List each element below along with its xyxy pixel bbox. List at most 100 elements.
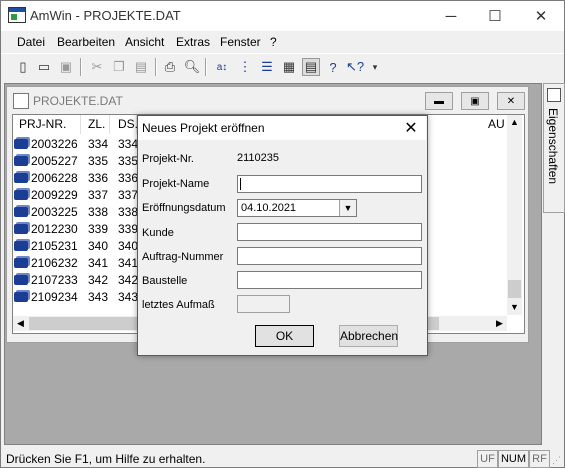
cell-zl: 342 xyxy=(88,273,109,287)
cell-ds: 340 xyxy=(118,239,139,253)
properties-label: Eigenschaften xyxy=(546,108,560,185)
vertical-scrollbar[interactable]: ▲ ▼ xyxy=(507,115,522,315)
cell-ds: 338 xyxy=(118,205,139,219)
cell-prj-nr: 2009229 xyxy=(31,188,78,202)
eroeffnungsdatum-picker[interactable]: 04.10.2021 ▼ xyxy=(237,199,357,217)
value-projekt-nr: 2110235 xyxy=(237,152,280,164)
project-icon xyxy=(14,275,28,285)
cell-ds: 335 xyxy=(118,154,139,168)
auftrag-nummer-field[interactable] xyxy=(237,247,422,265)
menu-ansicht[interactable]: Ansicht xyxy=(125,35,164,49)
properties-panel[interactable]: Eigenschaften xyxy=(543,83,565,213)
paste-icon[interactable]: ▤ xyxy=(132,58,150,76)
projekt-name-field[interactable] xyxy=(237,175,422,193)
table-row[interactable]: 2006228 336 336 xyxy=(14,170,138,186)
menu-extras[interactable]: Extras xyxy=(176,35,210,49)
table-row[interactable]: 2106232 341 341 xyxy=(14,255,138,271)
document-icon xyxy=(13,93,29,109)
label-projekt-nr: Projekt-Nr. xyxy=(142,153,194,165)
ok-button[interactable]: OK xyxy=(255,325,314,347)
column-header-zl[interactable]: ZL. xyxy=(82,115,110,134)
cell-prj-nr: 2006228 xyxy=(31,171,78,185)
table-row[interactable]: 2009229 337 337 xyxy=(14,187,138,203)
cell-ds: 342 xyxy=(118,273,139,287)
menu-help[interactable]: ? xyxy=(270,35,277,49)
table-row[interactable]: 2003226 334 334 xyxy=(14,136,138,152)
maximize-button[interactable]: ☐ xyxy=(472,1,518,31)
child-close-button[interactable]: ✕ xyxy=(497,92,525,110)
child-minimize-button[interactable]: ▬ xyxy=(425,92,453,110)
tree-icon[interactable]: ⋮ xyxy=(236,58,254,76)
print-icon[interactable]: ⎙ xyxy=(161,58,179,76)
cell-prj-nr: 2012230 xyxy=(31,222,78,236)
text-cursor xyxy=(240,178,241,190)
table-row[interactable]: 2105231 340 340 xyxy=(14,238,138,254)
scroll-right-icon[interactable]: ▶ xyxy=(492,316,507,331)
project-icon xyxy=(14,224,28,234)
table-row[interactable]: 2005227 335 335 xyxy=(14,153,138,169)
cell-prj-nr: 2105231 xyxy=(31,239,78,253)
help-icon[interactable]: ? xyxy=(324,58,342,76)
app-icon xyxy=(8,7,26,23)
label-baustelle: Baustelle xyxy=(142,275,188,287)
new-file-icon[interactable]: ▯ xyxy=(14,58,32,76)
detail-view-icon[interactable]: ▤ xyxy=(302,58,320,76)
scroll-down-icon[interactable]: ▼ xyxy=(507,300,522,315)
outline-icon[interactable]: ☰ xyxy=(258,58,276,76)
cell-prj-nr: 2003225 xyxy=(31,205,78,219)
resize-grip-icon[interactable]: ⋰ xyxy=(552,455,561,466)
sort-icon[interactable]: a↕ xyxy=(213,58,231,76)
scroll-thumb[interactable] xyxy=(508,280,521,298)
cut-icon[interactable]: ✂ xyxy=(88,58,106,76)
scroll-left-icon[interactable]: ◀ xyxy=(13,316,28,331)
column-header-au[interactable]: AU xyxy=(482,115,509,134)
column-header-ds[interactable]: DS. xyxy=(112,115,138,134)
column-header-prj-nr[interactable]: PRJ-NR. xyxy=(13,115,81,134)
minimize-button[interactable]: ─ xyxy=(428,1,474,31)
cancel-button[interactable]: Abbrechen xyxy=(339,325,398,347)
child-maximize-button[interactable]: ▣ xyxy=(461,92,489,110)
project-icon xyxy=(14,173,28,183)
cell-zl: 343 xyxy=(88,290,109,304)
table-row[interactable]: 2003225 338 338 xyxy=(14,204,138,220)
menu-bearbeiten[interactable]: Bearbeiten xyxy=(57,35,115,49)
label-projekt-name: Projekt-Name xyxy=(142,178,210,190)
save-icon[interactable]: ▣ xyxy=(57,58,75,76)
close-button[interactable]: ✕ xyxy=(518,1,564,31)
print-preview-icon[interactable]: 🔍︎ xyxy=(183,58,201,76)
copy-icon[interactable]: ❐ xyxy=(110,58,128,76)
project-icon xyxy=(14,258,28,268)
dialog-title: Neues Projekt eröffnen xyxy=(142,121,265,135)
cell-ds: 334 xyxy=(118,137,139,151)
project-icon xyxy=(14,190,28,200)
baustelle-field[interactable] xyxy=(237,271,422,289)
status-text: Drücken Sie F1, um Hilfe zu erhalten. xyxy=(6,452,206,466)
cell-ds: 339 xyxy=(118,222,139,236)
project-icon xyxy=(14,139,28,149)
eroeffnungsdatum-value: 04.10.2021 xyxy=(241,202,297,214)
scroll-up-icon[interactable]: ▲ xyxy=(507,115,522,130)
list-view-icon[interactable]: ▦ xyxy=(280,58,298,76)
menu-fenster[interactable]: Fenster xyxy=(220,35,261,49)
table-row[interactable]: 2109234 343 343 xyxy=(14,289,138,305)
label-kunde: Kunde xyxy=(142,227,174,239)
menu-datei[interactable]: Datei xyxy=(17,35,45,49)
chevron-down-icon[interactable]: ▼ xyxy=(339,200,356,216)
cell-ds: 337 xyxy=(118,188,139,202)
table-row[interactable]: 2012230 339 339 xyxy=(14,221,138,237)
indicator-num: NUM xyxy=(498,450,529,468)
cell-zl: 340 xyxy=(88,239,109,253)
label-eroeffnungsdatum: Eröffnungsdatum xyxy=(142,202,226,214)
letztes-aufmass-field xyxy=(237,295,290,313)
child-window-title: PROJEKTE.DAT xyxy=(33,94,123,108)
cell-prj-nr: 2005227 xyxy=(31,154,78,168)
cell-prj-nr: 2003226 xyxy=(31,137,78,151)
dropdown-icon[interactable]: ▾ xyxy=(366,58,384,76)
toolbar-separator xyxy=(80,58,82,76)
dialog-close-button[interactable]: ✕ xyxy=(398,116,424,140)
context-help-icon[interactable]: ↖? xyxy=(346,58,364,76)
cell-ds: 343 xyxy=(118,290,139,304)
kunde-field[interactable] xyxy=(237,223,422,241)
open-folder-icon[interactable]: ▭ xyxy=(35,58,53,76)
table-row[interactable]: 2107233 342 342 xyxy=(14,272,138,288)
